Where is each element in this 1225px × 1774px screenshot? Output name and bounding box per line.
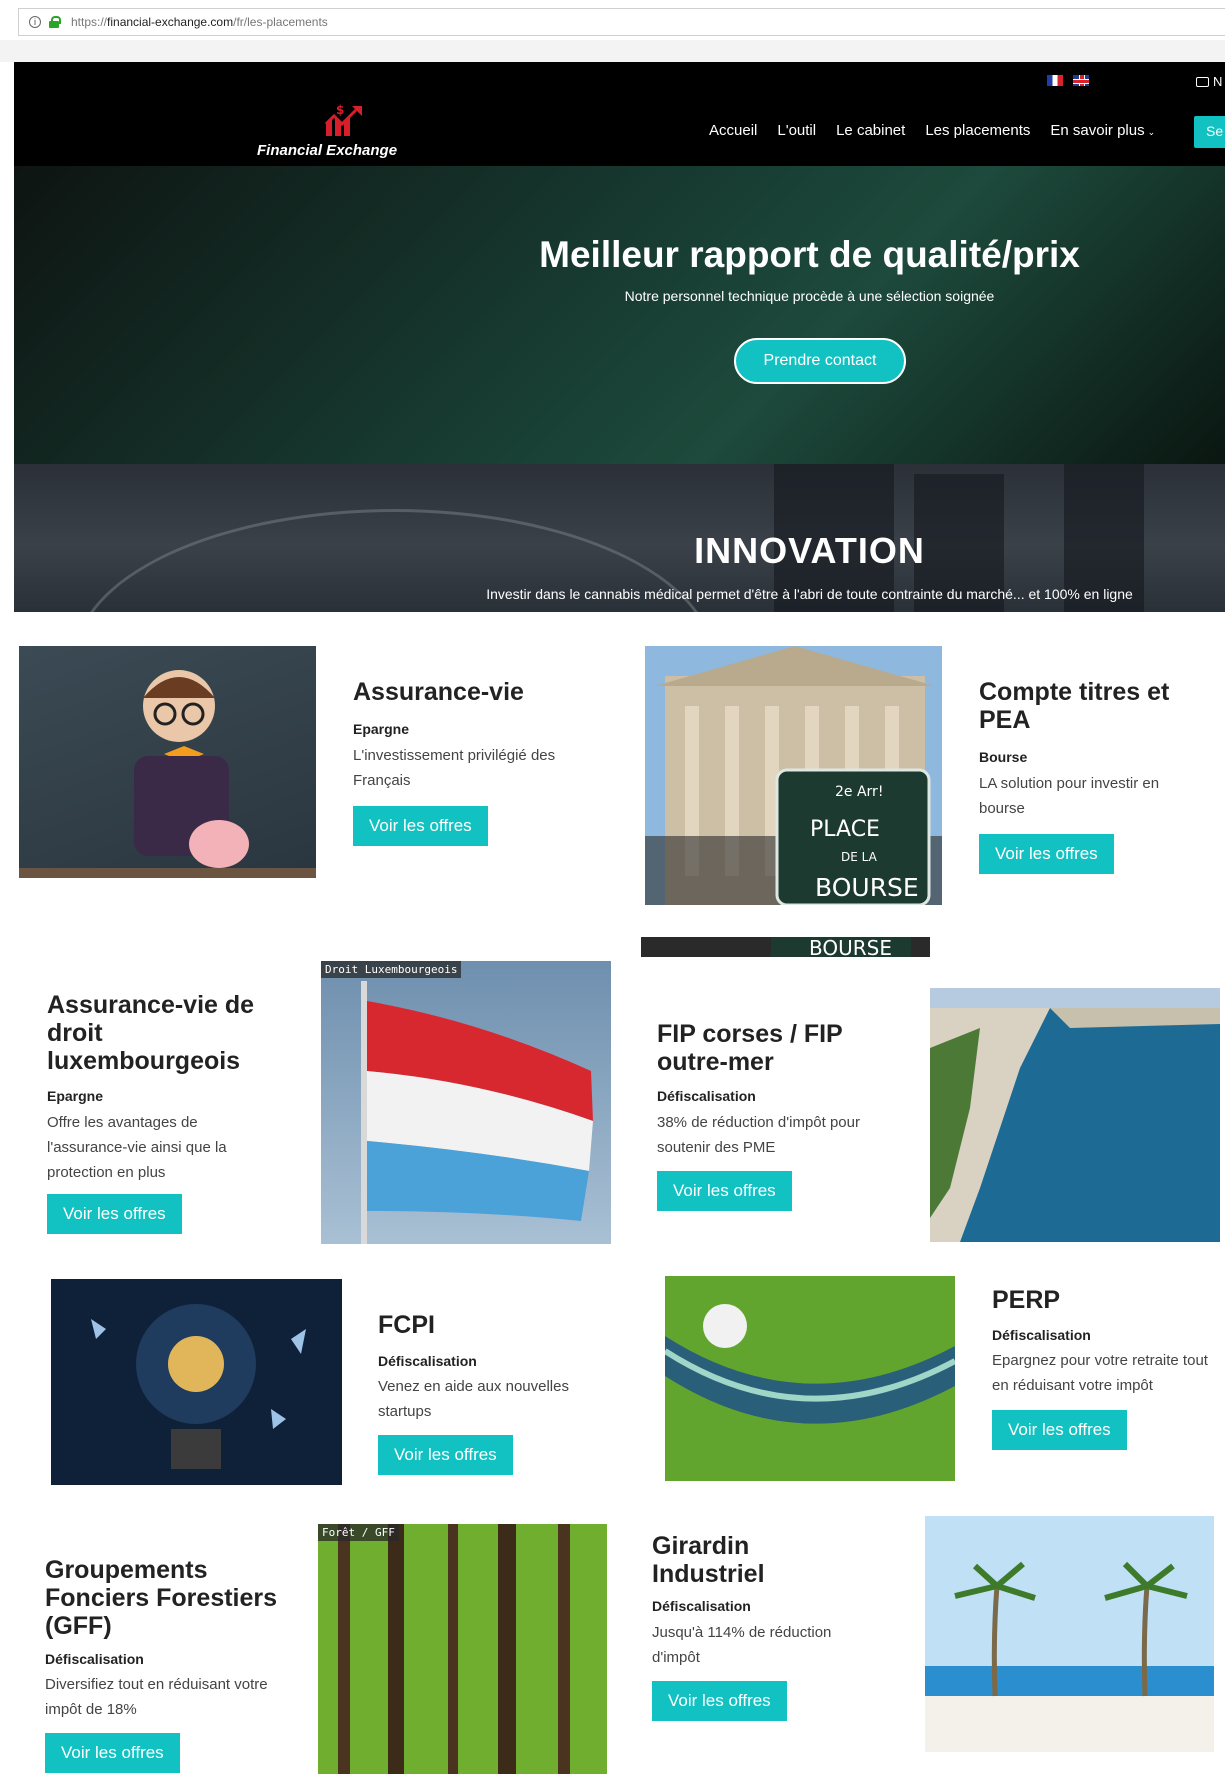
offers-button-assurance-vie[interactable]: Voir les offres <box>353 806 488 846</box>
url-path: /fr/les-placements <box>233 15 328 29</box>
card-description: LA solution pour investir en bourse <box>979 775 1160 817</box>
card-title-gff: Groupements Fonciers Forestiers (GFF) <box>45 1556 278 1640</box>
lock-icon <box>49 16 61 28</box>
card-category: Défiscalisation <box>45 1651 144 1667</box>
nav-en-savoir-plus[interactable]: En savoir plus ⌄ <box>1050 122 1155 139</box>
card-title-compte-titres: Compte titres et PEA <box>979 678 1170 734</box>
flag-fr-icon[interactable] <box>1047 75 1063 86</box>
card-description: Venez en aide aux nouvelles startups <box>378 1378 569 1420</box>
card-title-assurance-vie-lux: Assurance-vie de droit luxembourgeois <box>47 991 255 1075</box>
image-tag: Forêt / GFF <box>318 1524 399 1541</box>
card-title-fip: FIP corses / FIP outre-mer <box>657 1020 843 1076</box>
bourse-sign-line1: 2e Arr! <box>835 784 883 800</box>
bourse-building-illustration: 2e Arr! PLACE DE LA BOURSE <box>645 646 942 905</box>
nav-en-savoir-plus-label: En savoir plus <box>1050 122 1145 139</box>
offers-button-fcpi[interactable]: Voir les offres <box>378 1435 513 1475</box>
newsletter-label: N <box>1213 74 1223 89</box>
offers-button-girardin[interactable]: Voir les offres <box>652 1681 787 1721</box>
url-host: financial-exchange.com <box>107 15 234 29</box>
main-nav: Accueil L'outil Le cabinet Les placement… <box>709 122 1155 139</box>
svg-text:$: $ <box>336 103 344 117</box>
offers-button-gff[interactable]: Voir les offres <box>45 1733 180 1773</box>
address-bar[interactable]: i https://financial-exchange.com/fr/les-… <box>18 8 1225 36</box>
bourse-sign-line3: DE LA <box>841 850 878 864</box>
connect-button[interactable]: Se co <box>1194 116 1225 148</box>
card-image-forest[interactable]: Forêt / GFF <box>318 1524 607 1774</box>
innovation-title: INNOVATION <box>694 530 925 571</box>
card-image-hammock[interactable] <box>665 1276 955 1481</box>
exploding-bulb-illustration <box>91 1304 306 1469</box>
url-prefix: https:// <box>71 15 108 29</box>
card-image-bulb[interactable] <box>51 1279 342 1485</box>
card-description: 38% de réduction d'impôt pour soutenir d… <box>657 1114 860 1156</box>
card-title-perp: PERP <box>992 1286 1061 1314</box>
bourse-strip-text: BOURSE <box>809 937 892 957</box>
bourse-strip-illustration: BOURSE <box>641 937 930 957</box>
card-category: Défiscalisation <box>378 1353 477 1369</box>
hero-title: Meilleur rapport de qualité/prix <box>539 234 1080 275</box>
hero-banner: Meilleur rapport de qualité/prix Notre p… <box>14 166 1225 464</box>
nav-cabinet[interactable]: Le cabinet <box>836 122 905 139</box>
nav-outil[interactable]: L'outil <box>777 122 816 139</box>
forest-illustration <box>318 1524 607 1774</box>
card-description: L'investissement privilégié des Français <box>353 747 556 789</box>
card-image-luxembourg-flag[interactable]: Droit Luxembourgeois <box>321 961 611 1244</box>
offers-button-fip[interactable]: Voir les offres <box>657 1171 792 1211</box>
corse-cliffs-illustration <box>930 988 1220 1242</box>
card-image-palm-beach[interactable] <box>925 1516 1214 1752</box>
newsletter-link[interactable]: N <box>1196 74 1222 89</box>
card-title-girardin: Girardin Industriel <box>652 1532 765 1588</box>
card-category: Défiscalisation <box>652 1598 751 1614</box>
hammock-illustration <box>665 1276 955 1481</box>
card-image-corse-cliffs[interactable] <box>930 988 1220 1242</box>
offers-button-assurance-vie-lux[interactable]: Voir les offres <box>47 1194 182 1234</box>
card-category: Epargne <box>47 1088 104 1104</box>
logo-text: Financial Exchange <box>257 142 398 159</box>
logo-chart-icon: $ <box>324 103 362 136</box>
card-description: Epargnez pour votre retraite tout en réd… <box>992 1352 1208 1394</box>
bourse-sign-line4: BOURSE <box>815 873 919 902</box>
hero-subtitle: Notre personnel technique procède à une … <box>624 288 995 304</box>
card-image-assurance-vie[interactable] <box>19 646 316 878</box>
nav-placements[interactable]: Les placements <box>925 122 1030 139</box>
palm-beach-illustration <box>925 1516 1214 1752</box>
innovation-subtitle: Investir dans le cannabis médical permet… <box>486 586 1133 602</box>
chevron-down-icon: ⌄ <box>1147 127 1156 137</box>
card-category: Défiscalisation <box>657 1088 756 1104</box>
child-piggybank-illustration <box>19 670 316 878</box>
envelope-icon <box>1196 76 1209 87</box>
nav-accueil[interactable]: Accueil <box>709 122 757 139</box>
bourse-image-strip: BOURSE <box>641 937 930 957</box>
card-description: Jusqu'à 114% de réduction d'impôt <box>652 1624 832 1666</box>
luxembourg-flag-illustration <box>361 981 593 1244</box>
card-category: Bourse <box>979 749 1028 765</box>
flag-uk-icon[interactable] <box>1073 75 1089 86</box>
language-switcher <box>1047 75 1089 86</box>
card-description: Diversifiez tout en réduisant votre impô… <box>45 1676 268 1718</box>
card-category: Défiscalisation <box>992 1327 1091 1343</box>
bourse-sign-line2: PLACE <box>810 817 880 842</box>
site-logo[interactable]: $ Financial Exchange <box>257 102 427 164</box>
card-title-fcpi: FCPI <box>378 1311 435 1339</box>
card-title-assurance-vie: Assurance-vie <box>353 678 524 706</box>
offers-button-compte-titres[interactable]: Voir les offres <box>979 834 1114 874</box>
image-tag: Droit Luxembourgeois <box>321 961 462 978</box>
card-category: Epargne <box>353 721 410 737</box>
contact-button[interactable]: Prendre contact <box>734 338 906 384</box>
browser-chrome-strip <box>0 40 1225 62</box>
card-image-compte-titres[interactable]: 2e Arr! PLACE DE LA BOURSE <box>645 646 942 905</box>
info-icon[interactable]: i <box>29 16 41 28</box>
offers-button-perp[interactable]: Voir les offres <box>992 1410 1127 1450</box>
site-header: N $ Financial Exchange Accueil L'outil L… <box>14 62 1225 166</box>
innovation-banner: INNOVATION Investir dans le cannabis méd… <box>14 464 1225 612</box>
card-description: Offre les avantages de l'assurance-vie a… <box>47 1114 227 1181</box>
